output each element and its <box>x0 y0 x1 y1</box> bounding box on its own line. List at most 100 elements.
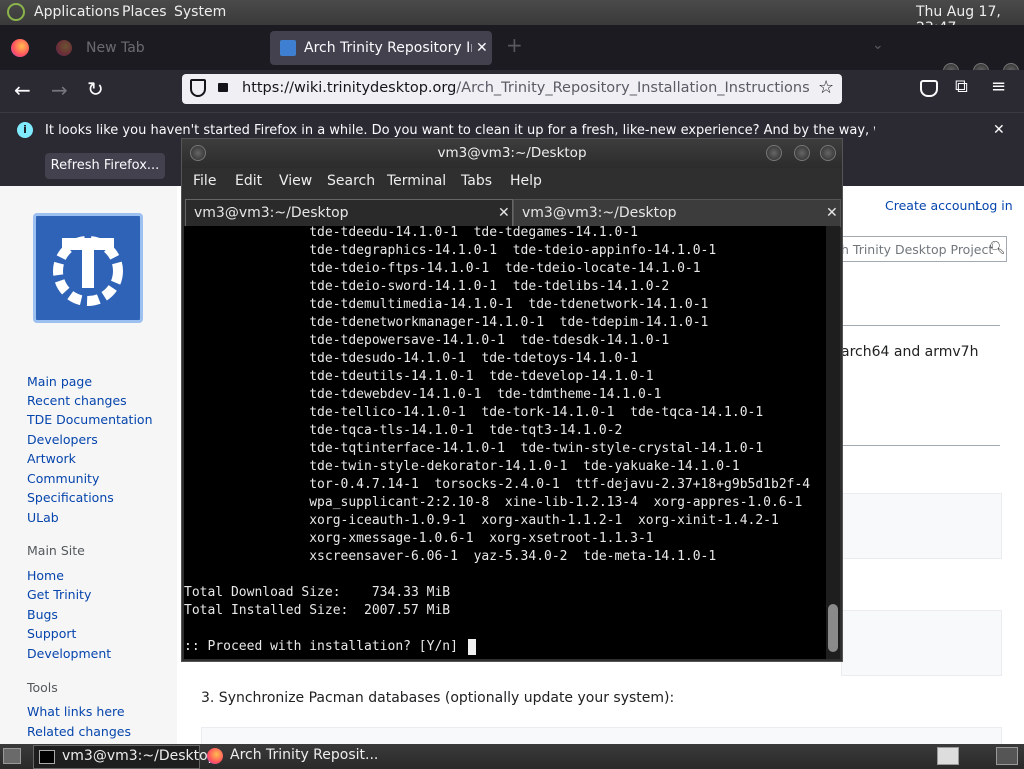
nav-ulab[interactable]: ULab <box>27 510 59 525</box>
menu-file[interactable]: File <box>193 173 216 189</box>
terminal-line: tde-tdeutils-14.1.0-1 tde-tdevelop-14.1.… <box>184 369 654 384</box>
terminal-scrollbar[interactable] <box>826 226 840 659</box>
applications-menu[interactable]: Applications <box>34 4 120 20</box>
menu-tabs[interactable]: Tabs <box>461 173 492 189</box>
tab-close-icon[interactable]: ✕ <box>476 40 488 56</box>
menu-terminal[interactable]: Terminal <box>387 173 446 189</box>
terminal-line: tde-tdesudo-14.1.0-1 tde-tdetoys-14.1.0-… <box>184 351 638 366</box>
terminal-title: vm3@vm3:~/Desktop <box>437 145 587 161</box>
taskbar-item-label: vm3@vm3:~/Desktop <box>62 748 217 764</box>
terminal-tab-label: vm3@vm3:~/Desktop <box>522 205 677 221</box>
maximize-icon[interactable] <box>794 145 810 161</box>
pocket-icon[interactable] <box>920 80 938 97</box>
notification-message: It looks like you haven't started Firefo… <box>45 123 875 138</box>
tools-heading: Tools <box>27 680 58 695</box>
terminal-line: tde-tdepowersave-14.1.0-1 tde-tdesdk-14.… <box>184 333 670 348</box>
code-block <box>841 493 1002 559</box>
tab-new-tab[interactable]: New Tab <box>44 31 266 65</box>
nav-specifications[interactable]: Specifications <box>27 490 114 505</box>
nav-tde-documentation[interactable]: TDE Documentation <box>27 412 153 427</box>
terminal-tab-2[interactable]: vm3@vm3:~/Desktop ✕ <box>513 199 841 227</box>
terminal-tab-label: vm3@vm3:~/Desktop <box>194 205 349 221</box>
nav-community[interactable]: Community <box>27 471 99 486</box>
workspace-switcher-2[interactable] <box>996 747 1018 765</box>
search-icon[interactable]: 🔍︎ <box>989 241 1006 256</box>
distro-logo-icon[interactable] <box>7 3 25 21</box>
url-bar[interactable]: https://wiki.trinitydesktop.org/Arch_Tri… <box>182 74 842 104</box>
terminal-window[interactable]: vm3@vm3:~/Desktop File Edit View Search … <box>181 138 843 662</box>
nav-get-trinity[interactable]: Get Trinity <box>27 587 91 602</box>
reload-icon[interactable]: ↻ <box>87 77 104 101</box>
taskbar-item-terminal[interactable]: vm3@vm3:~/Desktop <box>33 745 217 769</box>
terminal-tab-close-icon[interactable]: ✕ <box>498 200 510 226</box>
refresh-firefox-button[interactable]: Refresh Firefox... <box>45 153 165 179</box>
taskbar: vm3@vm3:~/Desktop Arch Trinity Reposit..… <box>0 744 1024 769</box>
list-all-tabs-icon[interactable]: ⌄ <box>872 37 884 53</box>
firefox-icon <box>56 40 72 56</box>
terminal-titlebar[interactable]: vm3@vm3:~/Desktop <box>182 139 842 168</box>
new-tab-plus-icon[interactable]: + <box>506 33 523 57</box>
forward-arrow-icon[interactable]: → <box>51 78 68 102</box>
firefox-icon <box>207 748 223 764</box>
tab-label: Arch Trinity Repository Insta <box>304 40 472 56</box>
terminal-line: tde-tdeio-ftps-14.1.0-1 tde-tdeio-locate… <box>184 261 701 276</box>
terminal-line: tde-tdeio-sword-14.1.0-1 tde-tdelibs-14.… <box>184 279 670 294</box>
shield-icon[interactable] <box>190 79 206 97</box>
log-in-link[interactable]: Log in <box>975 198 1013 213</box>
nav-home[interactable]: Home <box>27 568 64 583</box>
scrollbar-thumb[interactable] <box>828 604 838 652</box>
nav-what-links-here[interactable]: What links here <box>27 704 125 719</box>
nav-developers[interactable]: Developers <box>27 432 98 447</box>
url-text: https://wiki.trinitydesktop.org/Arch_Tri… <box>242 80 810 96</box>
nav-artwork[interactable]: Artwork <box>27 451 76 466</box>
create-account-link[interactable]: Create account <box>885 198 980 213</box>
trinity-gear-icon <box>53 236 123 306</box>
menu-search[interactable]: Search <box>327 173 375 189</box>
nav-recent-changes[interactable]: Recent changes <box>27 393 127 408</box>
firefox-view-icon[interactable] <box>11 39 29 57</box>
terminal-line: Total Download Size: 734.33 MiB <box>184 585 451 600</box>
nav-support[interactable]: Support <box>27 626 76 641</box>
minimize-icon[interactable] <box>766 145 782 161</box>
back-arrow-icon[interactable]: ← <box>14 78 31 102</box>
nav-bugs[interactable]: Bugs <box>27 607 58 622</box>
divider <box>841 325 1000 326</box>
nav-related-changes[interactable]: Related changes <box>27 724 131 739</box>
main-site-heading: Main Site <box>27 543 85 558</box>
body-text-fragment: arch64 and armv7h <box>841 344 979 360</box>
terminal-tab-1[interactable]: vm3@vm3:~/Desktop ✕ <box>185 199 513 226</box>
menu-help[interactable]: Help <box>510 173 542 189</box>
terminal-tab-close-icon[interactable]: ✕ <box>826 200 838 226</box>
workspace-switcher-1[interactable] <box>937 747 959 765</box>
show-desktop-icon[interactable] <box>3 748 21 764</box>
extensions-icon[interactable]: ⧉ <box>955 76 968 97</box>
taskbar-item-label: Arch Trinity Reposit... <box>230 747 379 763</box>
tab-arch-trinity[interactable]: Arch Trinity Repository Insta ✕ <box>270 31 492 65</box>
terminal-line: tor-0.4.7.14-1 torsocks-2.4.0-1 ttf-deja… <box>184 477 811 492</box>
step-3-text: 3. Synchronize Pacman databases (optiona… <box>201 690 675 706</box>
terminal-line: wpa_supplicant-2:2.10-8 xine-lib-1.2.13-… <box>184 495 803 510</box>
places-menu[interactable]: Places <box>122 4 167 20</box>
notification-close-icon[interactable]: ✕ <box>993 122 1005 138</box>
terminal-line: tde-tdenetworkmanager-14.1.0-1 tde-tdepi… <box>184 315 709 330</box>
nav-main-page[interactable]: Main page <box>27 374 92 389</box>
terminal-line: tde-twin-style-dekorator-14.1.0-1 tde-ya… <box>184 459 740 474</box>
hamburger-menu-icon[interactable]: ≡ <box>991 76 1006 97</box>
menu-view[interactable]: View <box>279 173 312 189</box>
trinity-logo[interactable] <box>33 213 143 323</box>
lock-icon[interactable] <box>218 83 228 92</box>
top-panel: Applications Places System Thu Aug 17, 2… <box>0 0 1024 36</box>
window-menu-icon[interactable] <box>190 145 206 161</box>
terminal-line: tde-tqtinterface-14.1.0-1 tde-twin-style… <box>184 441 764 456</box>
search-placeholder: h Trinity Desktop Project <box>841 242 994 257</box>
taskbar-item-firefox[interactable]: Arch Trinity Reposit... <box>203 745 378 767</box>
nav-development[interactable]: Development <box>27 646 111 661</box>
terminal-icon <box>39 750 55 764</box>
bookmark-star-icon[interactable]: ☆ <box>818 77 834 98</box>
menu-edit[interactable]: Edit <box>235 173 262 189</box>
terminal-output[interactable]: tde-tdeedu-14.1.0-1 tde-tdegames-14.1.0-… <box>184 225 826 659</box>
close-icon[interactable] <box>820 145 836 161</box>
system-menu[interactable]: System <box>174 4 226 20</box>
wiki-sidebar: Main page Recent changes TDE Documentati… <box>0 186 177 744</box>
terminal-line: tde-tdemultimedia-14.1.0-1 tde-tdenetwor… <box>184 297 709 312</box>
